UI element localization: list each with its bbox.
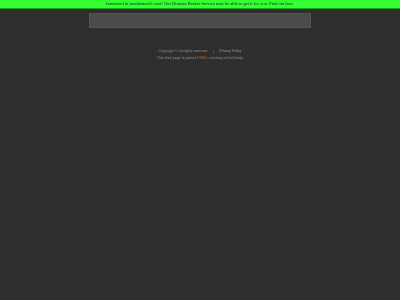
footer: Copyright © All rights reserved. | Priva… [0, 48, 400, 61]
footer-row-parked: This Web page is parked FREE, courtesy o… [0, 55, 400, 62]
banner-tail: ? Our Domain Broker Service may be able … [160, 0, 294, 6]
privacy-policy-link[interactable]: Privacy Policy [219, 49, 241, 53]
banner-lead: Interested in [106, 0, 130, 6]
parked-free-link[interactable]: FREE [197, 56, 207, 60]
copyright-text: Copyright © All rights reserved. [158, 49, 209, 53]
parked-suffix: , courtesy of GoDaddy. [206, 55, 244, 60]
footer-separator: | [213, 49, 215, 53]
domain-broker-banner[interactable]: Interested in jussthemesfi.com? Our Doma… [0, 0, 400, 9]
banner-text: Interested in jussthemesfi.com? Our Doma… [106, 0, 294, 7]
search-box[interactable] [89, 13, 311, 28]
parked-prefix: This Web page is parked [156, 55, 197, 60]
banner-domain: jussthemesfi.com [129, 0, 161, 6]
